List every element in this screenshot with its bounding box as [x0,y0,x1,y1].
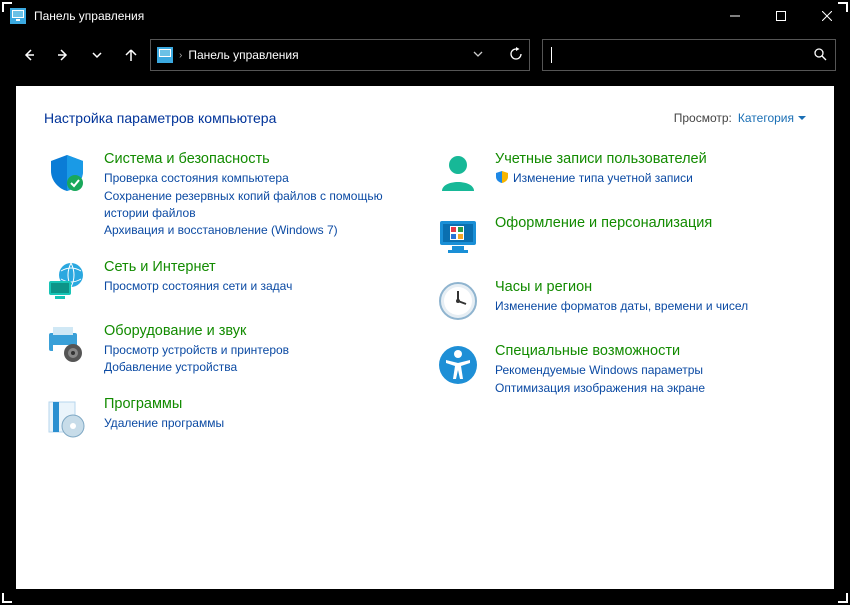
category-title[interactable]: Учетные записи пользователей [495,150,806,168]
programs-icon[interactable] [44,395,90,441]
view-by-dropdown[interactable]: Категория [738,111,806,125]
category-appearance: Оформление и персонализация [435,214,806,260]
printer-camera-icon[interactable] [44,322,90,368]
view-by-value: Категория [738,111,794,125]
text-caret [551,47,552,63]
user-icon[interactable] [435,150,481,196]
control-panel-icon [10,8,26,24]
search-input[interactable] [542,39,836,71]
refresh-button[interactable] [509,47,523,64]
search-icon[interactable] [813,47,827,64]
chevron-right-icon[interactable]: › [179,50,182,61]
content-area: Настройка параметров компьютера Просмотр… [16,86,834,589]
category-link[interactable]: Добавление устройства [104,359,415,376]
category-system-security: Система и безопасность Проверка состояни… [44,150,415,240]
category-accessibility: Специальные возможности Рекомендуемые Wi… [435,342,806,397]
category-network: Сеть и Интернет Просмотр состояния сети … [44,258,415,304]
up-button[interactable] [116,40,146,70]
category-link[interactable]: Просмотр устройств и принтеров [104,342,415,359]
category-title[interactable]: Система и безопасность [104,150,415,168]
category-columns: Система и безопасность Проверка состояни… [44,150,806,459]
accessibility-icon[interactable] [435,342,481,388]
nav-toolbar: › Панель управления [0,32,850,78]
shield-icon[interactable] [44,150,90,196]
globe-network-icon[interactable] [44,258,90,304]
left-column: Система и безопасность Проверка состояни… [44,150,415,459]
crop-corner [838,2,848,12]
category-link[interactable]: Просмотр состояния сети и задач [104,278,415,295]
personalization-icon[interactable] [435,214,481,260]
category-link[interactable]: Изменение типа учетной записи [495,170,806,187]
category-link[interactable]: Проверка состояния компьютера [104,170,415,187]
recent-dropdown-button[interactable] [82,40,112,70]
page-title: Настройка параметров компьютера [44,110,276,126]
forward-button[interactable] [48,40,78,70]
title-bar: Панель управления [0,0,850,32]
view-by-label: Просмотр: [674,111,732,125]
category-title[interactable]: Программы [104,395,415,413]
category-link[interactable]: Сохранение резервных копий файлов с помо… [104,188,415,223]
chevron-down-icon[interactable] [473,48,483,62]
clock-icon[interactable] [435,278,481,324]
category-link[interactable]: Удаление программы [104,415,415,432]
crop-corner [838,593,848,603]
category-title[interactable]: Часы и регион [495,278,806,296]
category-link[interactable]: Рекомендуемые Windows параметры [495,362,806,379]
category-clock-region: Часы и регион Изменение форматов даты, в… [435,278,806,324]
window-title: Панель управления [34,9,144,23]
right-column: Учетные записи пользователей Изменение т… [435,150,806,459]
address-bar[interactable]: › Панель управления [150,39,530,71]
category-title[interactable]: Оборудование и звук [104,322,415,340]
crop-corner [2,2,12,12]
category-link[interactable]: Изменение форматов даты, времени и чисел [495,298,806,315]
control-panel-icon [157,47,173,63]
category-link[interactable]: Архивация и восстановление (Windows 7) [104,222,415,239]
category-programs: Программы Удаление программы [44,395,415,441]
category-link[interactable]: Оптимизация изображения на экране [495,380,806,397]
uac-shield-icon [495,170,509,184]
crop-corner [2,593,12,603]
window: Панель управления › Панель управления [0,0,850,605]
category-title[interactable]: Специальные возможности [495,342,806,360]
minimize-button[interactable] [712,0,758,32]
maximize-button[interactable] [758,0,804,32]
heading-row: Настройка параметров компьютера Просмотр… [44,110,806,126]
breadcrumb[interactable]: Панель управления [188,48,298,62]
back-button[interactable] [14,40,44,70]
category-hardware-sound: Оборудование и звук Просмотр устройств и… [44,322,415,377]
category-title[interactable]: Оформление и персонализация [495,214,806,232]
category-title[interactable]: Сеть и Интернет [104,258,415,276]
category-user-accounts: Учетные записи пользователей Изменение т… [435,150,806,196]
